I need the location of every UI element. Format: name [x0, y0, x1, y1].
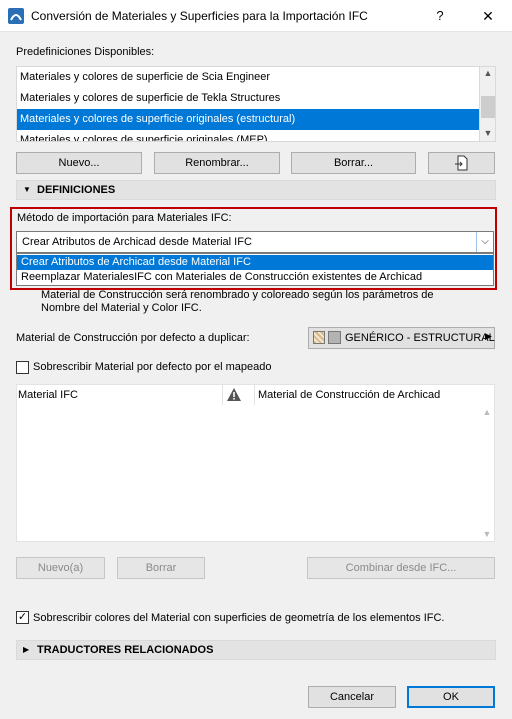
checkmark-icon: ✓: [17, 611, 28, 623]
presets-label: Predefiniciones Disponibles:: [16, 46, 155, 58]
collapse-triangle-icon: ▼: [23, 185, 31, 194]
chevron-right-icon: ▶: [485, 331, 492, 341]
close-button[interactable]: ✕: [476, 4, 500, 28]
translators-section-header[interactable]: ▶ TRADUCTORES RELACIONADOS: [16, 640, 496, 660]
definitions-section-header[interactable]: ▼ DEFINICIONES: [16, 180, 496, 200]
default-material-label: Material de Construcción por defecto a d…: [16, 332, 250, 344]
new-mapping-button[interactable]: Nuevo(a): [16, 557, 105, 579]
help-button[interactable]: ?: [428, 4, 452, 28]
import-preset-button[interactable]: [428, 152, 495, 174]
material-pattern-swatch: [313, 331, 325, 344]
combine-from-ifc-button[interactable]: Combinar desde IFC...: [307, 557, 495, 579]
import-file-icon: [454, 155, 467, 171]
overwrite-default-checkbox[interactable]: [16, 361, 29, 374]
material-mapping-table[interactable]: [16, 384, 495, 542]
import-method-combo[interactable]: Crear Atributos de Archicad desde Materi…: [16, 231, 494, 253]
scroll-up-icon[interactable]: ▲: [480, 68, 496, 78]
cancel-button[interactable]: Cancelar: [308, 686, 396, 708]
column-divider: [254, 385, 255, 405]
chevron-down-icon[interactable]: ⌵: [476, 232, 493, 252]
column-divider: [222, 385, 223, 405]
presets-list[interactable]: Materiales y colores de superficie de Sc…: [16, 66, 480, 142]
table-scroll-down-icon[interactable]: ▼: [479, 529, 495, 539]
rename-preset-button[interactable]: Renombrar...: [154, 152, 280, 174]
dropdown-option[interactable]: Reemplazar MaterialesIFC con Materiales …: [17, 270, 493, 285]
translators-section-label: TRADUCTORES RELACIONADOS: [37, 644, 214, 656]
list-item[interactable]: Materiales y colores de superficie de Te…: [17, 88, 479, 109]
default-material-value: GENÉRICO - ESTRUCTURAL: [345, 332, 495, 344]
definitions-section-label: DEFINICIONES: [37, 184, 116, 196]
new-preset-button[interactable]: Nuevo...: [16, 152, 142, 174]
import-method-dropdown[interactable]: Crear Atributos de Archicad desde Materi…: [16, 253, 494, 286]
window-title: Conversión de Materiales y Superficies p…: [31, 9, 368, 23]
delete-preset-button[interactable]: Borrar...: [291, 152, 416, 174]
ok-button[interactable]: OK: [407, 686, 495, 708]
method-description-line2: Nombre del Material y Color IFC.: [41, 302, 202, 314]
overwrite-colors-checkbox[interactable]: ✓: [16, 611, 29, 624]
expand-triangle-icon: ▶: [23, 645, 30, 654]
overwrite-colors-label: Sobrescribir colores del Material con su…: [33, 612, 445, 624]
list-item[interactable]: Materiales y colores de superficie origi…: [17, 130, 479, 141]
overwrite-default-label: Sobrescribir Material por defecto por el…: [33, 361, 272, 373]
archicad-app-icon: [8, 8, 24, 24]
material-color-swatch: [328, 331, 341, 344]
list-item[interactable]: Materiales y colores de superficie de Sc…: [17, 67, 479, 88]
table-scroll-up-icon[interactable]: ▲: [479, 407, 495, 417]
scroll-down-icon[interactable]: ▼: [480, 128, 496, 138]
import-method-label: Método de importación para Materiales IF…: [17, 212, 232, 224]
delete-mapping-button[interactable]: Borrar: [117, 557, 205, 579]
dropdown-option-selected[interactable]: Crear Atributos de Archicad desde Materi…: [17, 255, 493, 270]
scrollbar-thumb[interactable]: [481, 96, 495, 118]
warning-icon: [227, 388, 241, 401]
list-item-selected[interactable]: Materiales y colores de superficie origi…: [17, 109, 479, 130]
method-description-line1: Material de Construcción será renombrado…: [41, 289, 434, 301]
column-header-ifc-material[interactable]: Material IFC: [18, 389, 78, 401]
column-header-archicad-material[interactable]: Material de Construcción de Archicad: [258, 389, 440, 401]
